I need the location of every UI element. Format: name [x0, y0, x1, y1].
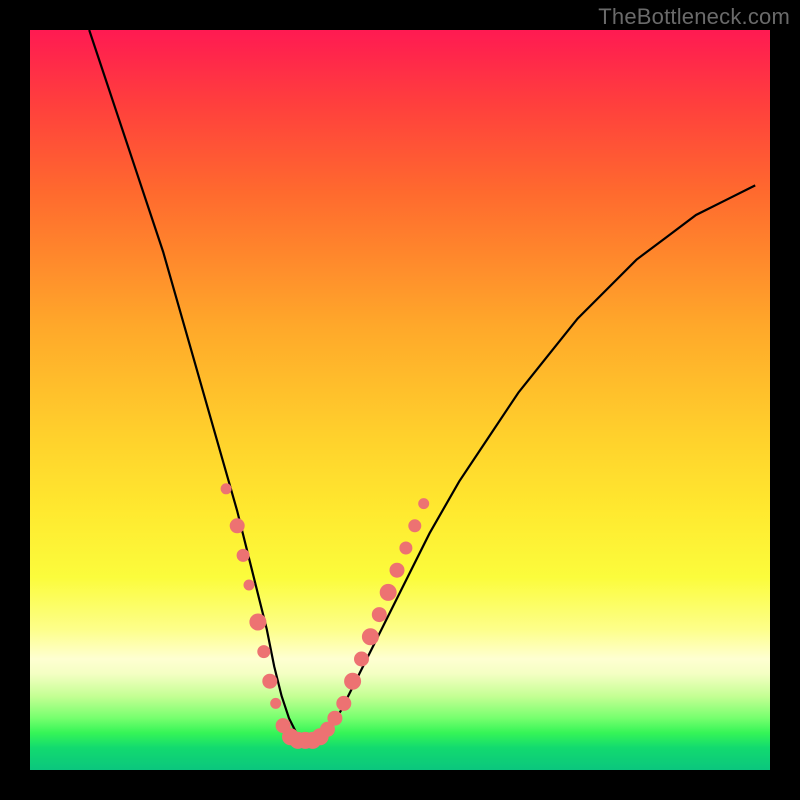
curve-marker [263, 674, 277, 688]
curve-marker [400, 542, 412, 554]
curve-marker [230, 519, 244, 533]
bottleneck-curve [89, 30, 755, 740]
curve-marker [250, 614, 266, 630]
curve-marker [409, 520, 421, 532]
curve-marker [345, 673, 361, 689]
chart-svg [30, 30, 770, 770]
curve-marker [271, 698, 281, 708]
curve-marker [362, 629, 378, 645]
curve-marker [221, 484, 231, 494]
curve-marker [355, 652, 369, 666]
curve-marker [337, 696, 351, 710]
curve-marker [237, 549, 249, 561]
curve-marker [328, 711, 342, 725]
curve-marker [258, 646, 270, 658]
curve-marker [372, 608, 386, 622]
curve-marker [419, 499, 429, 509]
curve-markers [221, 484, 429, 749]
curve-marker [244, 580, 254, 590]
watermark-text: TheBottleneck.com [598, 4, 790, 30]
curve-marker [390, 563, 404, 577]
curve-marker [380, 584, 396, 600]
chart-plot-area [30, 30, 770, 770]
chart-frame: TheBottleneck.com [0, 0, 800, 800]
